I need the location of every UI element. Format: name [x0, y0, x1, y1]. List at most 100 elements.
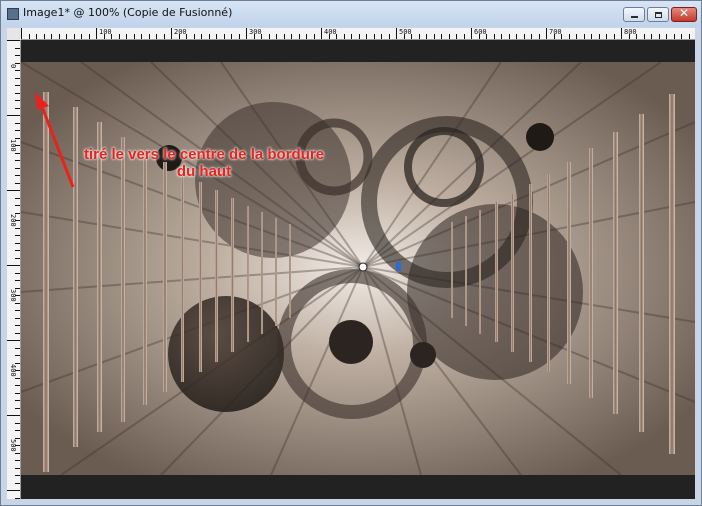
ruler-tick	[28, 34, 30, 39]
ruler-tick	[681, 34, 682, 39]
ruler-tick	[15, 497, 20, 499]
ruler-label: 200	[174, 28, 187, 36]
ruler-tick	[15, 392, 20, 394]
ruler-tick	[201, 34, 202, 39]
ruler-tick	[223, 34, 225, 39]
ruler-tick	[463, 34, 465, 39]
ruler-tick	[208, 34, 210, 39]
ruler-tick	[613, 34, 615, 39]
ruler-tick	[15, 355, 20, 356]
ruler-tick	[7, 340, 20, 341]
ruler-tick	[216, 34, 217, 39]
ruler-tick	[298, 34, 300, 39]
ruler-tick	[583, 34, 585, 39]
ruler-tick	[51, 34, 52, 39]
ruler-corner	[7, 28, 21, 40]
ruler-label: 100	[99, 28, 112, 36]
ruler-tick	[15, 130, 20, 131]
maximize-button[interactable]	[647, 7, 669, 22]
ruler-tick	[666, 34, 667, 39]
ruler-tick	[15, 152, 20, 154]
ruler-tick	[118, 34, 120, 39]
ruler-tick	[15, 182, 20, 184]
ruler-tick	[471, 28, 472, 39]
ruler-label: 200	[9, 214, 17, 227]
ruler-label: 500	[9, 439, 17, 452]
ruler-tick	[673, 34, 675, 39]
minimize-button[interactable]	[623, 7, 645, 22]
ruler-tick	[7, 115, 20, 116]
ruler-tick	[15, 317, 20, 319]
ruler-tick	[36, 34, 37, 39]
ruler-tick	[448, 34, 450, 39]
ruler-tick	[15, 250, 20, 251]
ruler-tick	[148, 34, 150, 39]
ruler-tick	[15, 400, 20, 401]
ruler-tick	[276, 34, 277, 39]
ruler-tick	[591, 34, 592, 39]
ruler-label: 300	[9, 289, 17, 302]
ruler-tick	[15, 385, 20, 386]
ruler-tick	[388, 34, 390, 39]
ruler-tick	[651, 34, 652, 39]
ruler-tick	[306, 34, 307, 39]
app-icon	[7, 8, 19, 20]
ruler-tick	[598, 34, 600, 39]
ruler-tick	[523, 34, 525, 39]
ruler-label: 600	[474, 28, 487, 36]
ruler-tick	[15, 47, 20, 49]
ruler-tick	[606, 34, 607, 39]
maximize-icon	[655, 12, 662, 18]
ruler-label: 500	[399, 28, 412, 36]
ruler-tick	[15, 257, 20, 259]
ruler-tick	[15, 407, 20, 409]
close-icon: ✕	[678, 6, 690, 20]
ruler-tick	[576, 34, 577, 39]
ruler-tick	[688, 34, 690, 39]
ruler-tick	[15, 77, 20, 79]
ruler-label: 100	[9, 139, 17, 152]
titlebar[interactable]: Image1* @ 100% (Copie de Fusionné) ✕	[1, 1, 701, 27]
ruler-tick	[396, 28, 397, 39]
ruler-label: 400	[324, 28, 337, 36]
ruler-tick	[268, 34, 270, 39]
ruler-tick	[15, 460, 20, 461]
ruler-tick	[493, 34, 495, 39]
ruler-tick	[231, 34, 232, 39]
ruler-tick	[15, 310, 20, 311]
ruler-tick	[15, 475, 20, 476]
ruler-tick	[433, 34, 435, 39]
horizontal-ruler: 100 200 300 400 500 600 700 800	[21, 28, 695, 40]
ruler-tick	[15, 235, 20, 236]
ruler-tick	[15, 175, 20, 176]
ruler-tick	[15, 280, 20, 281]
ruler-tick	[43, 34, 45, 39]
ruler-tick	[381, 34, 382, 39]
ruler-tick	[538, 34, 540, 39]
ruler-tick	[15, 167, 20, 169]
ruler-tick	[568, 34, 570, 39]
annotation-text: tiré le vers le centre de la bordure du …	[83, 146, 325, 180]
ruler-label: 800	[624, 28, 637, 36]
ruler-tick	[15, 377, 20, 379]
ruler-tick	[133, 34, 135, 39]
ruler-tick	[321, 28, 322, 39]
minimize-icon	[631, 16, 638, 18]
image-canvas[interactable]: tiré le vers le centre de la bordure du …	[21, 62, 695, 475]
ruler-tick	[15, 430, 20, 431]
close-button[interactable]: ✕	[671, 6, 697, 22]
ruler-tick	[66, 34, 67, 39]
canvas-area[interactable]: 100 200 300 400 500 600 700 800 0 100 200 300 400 50…	[7, 28, 695, 499]
ruler-tick	[163, 34, 165, 39]
ruler-tick	[313, 34, 315, 39]
ruler-tick	[351, 34, 352, 39]
ruler-tick	[456, 34, 457, 39]
ruler-tick	[81, 34, 82, 39]
image-window: Image1* @ 100% (Copie de Fusionné) ✕ 100…	[0, 0, 702, 506]
ruler-tick	[15, 272, 20, 274]
ruler-tick	[15, 422, 20, 424]
ruler-tick	[501, 34, 502, 39]
ruler-tick	[15, 92, 20, 94]
ruler-tick	[15, 332, 20, 334]
ruler-tick	[15, 100, 20, 101]
